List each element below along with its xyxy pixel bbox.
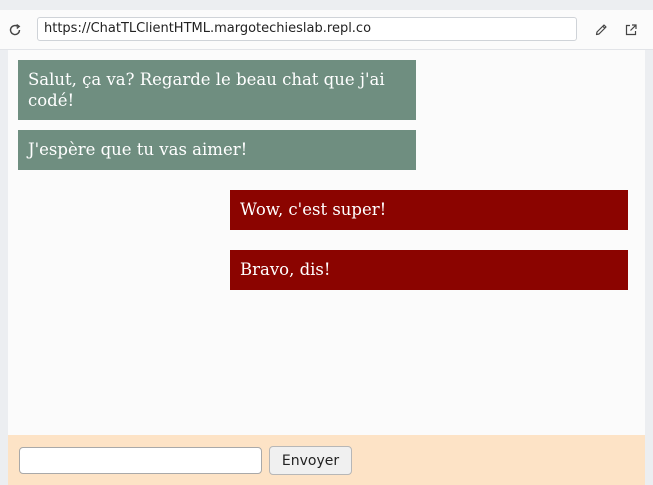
browser-window: https://ChatTLClientHTML.margotechieslab… bbox=[0, 0, 653, 485]
chat-message-received: J'espère que tu vas aimer! bbox=[18, 130, 416, 170]
chat-message-sent: Wow, c'est super! bbox=[230, 190, 628, 230]
message-input[interactable] bbox=[19, 447, 262, 474]
send-button[interactable]: Envoyer bbox=[269, 446, 352, 475]
chat-message-received: Salut, ça va? Regarde le beau chat que j… bbox=[18, 60, 416, 120]
message-composer: Envoyer bbox=[8, 435, 645, 485]
chat-message-sent: Bravo, dis! bbox=[230, 250, 628, 290]
url-bar[interactable]: https://ChatTLClientHTML.margotechieslab… bbox=[37, 17, 577, 41]
open-external-icon[interactable] bbox=[620, 19, 642, 41]
pencil-icon[interactable] bbox=[590, 19, 612, 41]
page-viewport: Salut, ça va? Regarde le beau chat que j… bbox=[8, 50, 645, 485]
browser-toolbar: https://ChatTLClientHTML.margotechieslab… bbox=[0, 10, 653, 50]
reload-icon[interactable] bbox=[4, 19, 26, 41]
